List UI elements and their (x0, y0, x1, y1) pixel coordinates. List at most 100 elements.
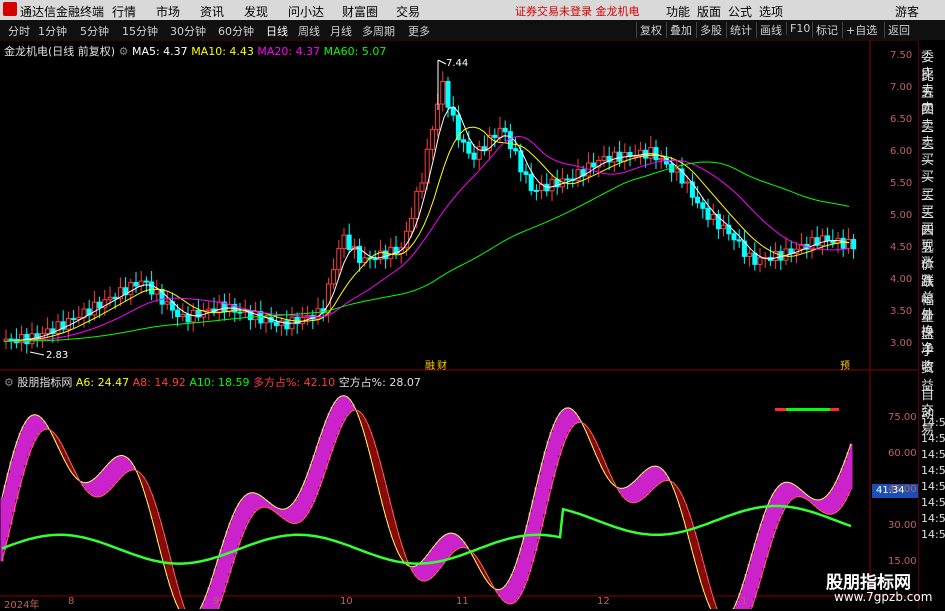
candle (81, 308, 87, 319)
price-tick-400: 4.00 (890, 274, 913, 285)
candle (76, 317, 82, 320)
indicator-settings-icon[interactable]: ⚙ (4, 376, 14, 389)
low-price-label: 2.83 (46, 350, 69, 361)
candle (736, 239, 742, 242)
menu-xuanxiang[interactable]: 选项 (759, 3, 783, 20)
btn-fuquan[interactable]: 复权 (636, 22, 662, 38)
candle (50, 328, 56, 334)
menu-caifuquan[interactable]: 财富圈 (342, 3, 378, 20)
a8-label: A8: 14.92 (132, 376, 186, 389)
candle (689, 181, 695, 198)
candle (29, 333, 35, 345)
settings-icon[interactable]: ⚙ (119, 45, 129, 58)
period-5min[interactable]: 5分钟 (80, 23, 109, 39)
period-more[interactable]: 更多 (408, 23, 430, 39)
candle (799, 243, 805, 250)
period-weekly[interactable]: 周线 (298, 23, 320, 39)
candle (757, 257, 763, 265)
ma10-label: MA10: 4.43 (191, 45, 254, 58)
period-30min[interactable]: 30分钟 (170, 23, 206, 39)
candle (315, 308, 321, 320)
tick-time-5: 14:56 (921, 464, 945, 477)
candle (393, 246, 399, 254)
period-daily[interactable]: 日线 (266, 23, 288, 39)
candle (507, 131, 513, 150)
candle (211, 308, 217, 313)
period-60min[interactable]: 60分钟 (218, 23, 254, 39)
ma5-line (3, 106, 850, 342)
x-label-8: 8 (68, 596, 75, 607)
x-label-1: 1 (741, 596, 748, 607)
candle (372, 258, 378, 261)
event-rong[interactable]: 融 (425, 357, 435, 372)
period-multi[interactable]: 多周期 (362, 23, 395, 39)
period-fenshi[interactable]: 分时 (8, 23, 30, 39)
candle (658, 157, 664, 161)
event-yu[interactable]: 预 (840, 357, 850, 372)
menu-zixun[interactable]: 资讯 (200, 3, 224, 20)
price-tick-550: 5.50 (890, 178, 913, 189)
candle (351, 245, 357, 250)
candle (341, 234, 347, 250)
candle (24, 333, 30, 345)
btn-huaxian[interactable]: 画线 (756, 22, 782, 38)
period-monthly[interactable]: 月线 (330, 23, 352, 39)
menu-wenxiaoda[interactable]: 问小达 (288, 3, 324, 20)
period-15min[interactable]: 15分钟 (122, 23, 158, 39)
candle (544, 183, 550, 192)
login-notice[interactable]: 证券交易未登录 金龙机电 (515, 3, 640, 19)
candle (39, 333, 45, 339)
candle (533, 189, 539, 192)
user-guest[interactable]: 游客 (895, 3, 919, 20)
candle (123, 287, 129, 296)
chart-header: 金龙机电(日线 前复权) ⚙ MA5: 4.37 MA10: 4.43 MA20… (4, 43, 386, 59)
candle (169, 301, 175, 311)
menu-banmian[interactable]: 版面 (697, 3, 721, 20)
candle (377, 250, 383, 260)
candle (580, 169, 586, 177)
candle (762, 257, 768, 260)
price-tick-500: 5.00 (890, 210, 913, 221)
period-1min[interactable]: 1分钟 (38, 23, 67, 39)
candle (55, 321, 61, 334)
tick-time-6: 14:56 (921, 480, 945, 493)
candle (518, 150, 524, 173)
menu-shichang[interactable]: 市场 (156, 3, 180, 20)
x-label-11: 11 (456, 596, 469, 607)
candle (778, 250, 784, 261)
menu-gongshi[interactable]: 公式 (728, 3, 752, 20)
candle (767, 257, 773, 261)
btn-f10[interactable]: F10 (786, 22, 810, 35)
candle (60, 321, 66, 330)
candle (190, 309, 196, 323)
a10-label: A10: 18.59 (189, 376, 250, 389)
kong-label: 空方占%: 28.07 (338, 376, 421, 389)
ind-tick-75: 75.00 (888, 412, 917, 423)
btn-tongji[interactable]: 统计 (726, 22, 752, 38)
tick-time-7: 14:56 (921, 496, 945, 509)
btn-diejia[interactable]: 叠加 (666, 22, 692, 38)
event-cai[interactable]: 财 (437, 357, 447, 372)
btn-add-favorite[interactable]: +自选 (842, 22, 877, 38)
ind-current-value: 41.34 (876, 485, 905, 496)
tick-time-8: 14:56 (921, 512, 945, 525)
menu-faxian[interactable]: 发现 (244, 3, 268, 20)
candle (325, 283, 331, 314)
candle (793, 248, 799, 254)
candle (674, 168, 680, 173)
candle (575, 169, 581, 181)
candle (237, 311, 243, 314)
btn-duogu[interactable]: 多股 (696, 22, 722, 38)
price-tick-350: 3.50 (890, 306, 913, 317)
candle (611, 151, 617, 163)
btn-back[interactable]: 返回 (884, 22, 910, 38)
candle (13, 338, 19, 344)
menu-hangqing[interactable]: 行情 (112, 3, 136, 20)
indicator-header: ⚙ 股朋指标网 A6: 24.47 A8: 14.92 A10: 18.59 多… (4, 374, 421, 390)
candle (305, 315, 311, 319)
menu-gongneng[interactable]: 功能 (666, 3, 690, 20)
candle (128, 282, 134, 296)
menu-jiaoyi[interactable]: 交易 (396, 3, 420, 20)
btn-biaoji[interactable]: 标记 (812, 22, 838, 38)
candle (159, 288, 165, 305)
